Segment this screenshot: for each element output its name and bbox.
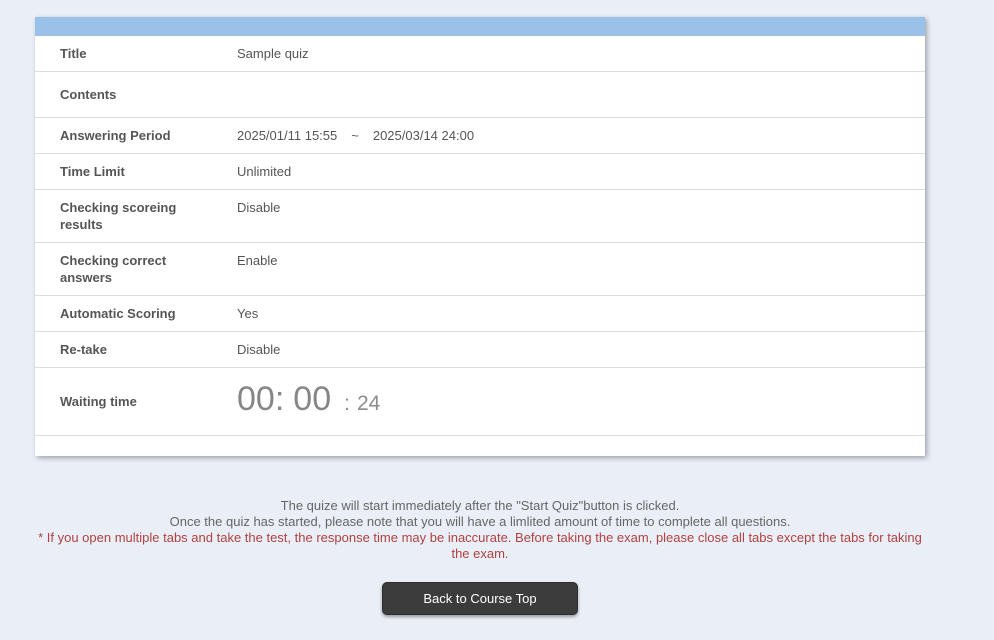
row-automatic-scoring: Automatic Scoring Yes (35, 296, 925, 332)
page-content: Title Sample quiz Contents Answering Per… (35, 0, 925, 615)
row-checking-scoring-results: Checking scoreing results Disable (35, 190, 925, 243)
row-value: Disable (237, 200, 281, 215)
row-value: Yes (237, 306, 259, 321)
period-separator: ~ (351, 128, 359, 143)
row-value: Disable (237, 342, 281, 357)
row-label: Checking scoreing results (60, 200, 177, 232)
button-row: Back to Course Top (35, 582, 925, 615)
row-label: Answering Period (60, 128, 171, 143)
row-checking-correct-answers: Checking correct answers Enable (35, 243, 925, 296)
back-to-course-top-button[interactable]: Back to Course Top (382, 582, 578, 615)
card-header-bar (35, 17, 925, 36)
multiple-tabs-warning: * If you open multiple tabs and take the… (38, 530, 922, 561)
row-label: Re-take (60, 342, 107, 357)
row-retake: Re-take Disable (35, 332, 925, 368)
row-value (237, 72, 925, 117)
quiz-info-card: Title Sample quiz Contents Answering Per… (35, 17, 925, 456)
row-time-limit: Time Limit Unlimited (35, 154, 925, 190)
row-label: Checking correct answers (60, 253, 167, 285)
card-footer-strip (35, 436, 925, 456)
timer-colon-1: : (274, 380, 285, 418)
time-limit-note: Once the quiz has started, please note t… (169, 514, 791, 529)
period-from: 2025/01/11 15:55 (237, 128, 338, 143)
row-title: Title Sample quiz (35, 36, 925, 72)
timer-seconds: 24 (356, 392, 381, 415)
waiting-timer: 00: 00:24 (237, 368, 925, 435)
row-contents: Contents (35, 72, 925, 118)
quiz-notes: The quize will start immediately after t… (35, 498, 925, 562)
row-label: Automatic Scoring (60, 306, 176, 321)
row-value: Unlimited (237, 164, 292, 179)
row-value: Sample quiz (237, 46, 309, 61)
period-to: 2025/03/14 24:00 (372, 128, 475, 143)
quiz-start-note: The quize will start immediately after t… (280, 498, 680, 513)
timer-hours: 00 (237, 380, 275, 418)
row-label: Time Limit (60, 164, 125, 179)
row-waiting-time: Waiting time 00: 00:24 (35, 368, 925, 436)
row-answering-period: Answering Period 2025/01/11 15:55 ~2025/0… (35, 118, 925, 154)
timer-colon-2: : (344, 392, 350, 415)
row-label: Contents (60, 87, 117, 102)
row-label: Title (60, 46, 87, 61)
row-value: Enable (237, 253, 278, 268)
row-label: Waiting time (60, 394, 137, 409)
row-value: 2025/01/11 15:55 ~2025/03/14 24:00 (237, 118, 925, 153)
timer-minutes: 00 (293, 380, 332, 418)
